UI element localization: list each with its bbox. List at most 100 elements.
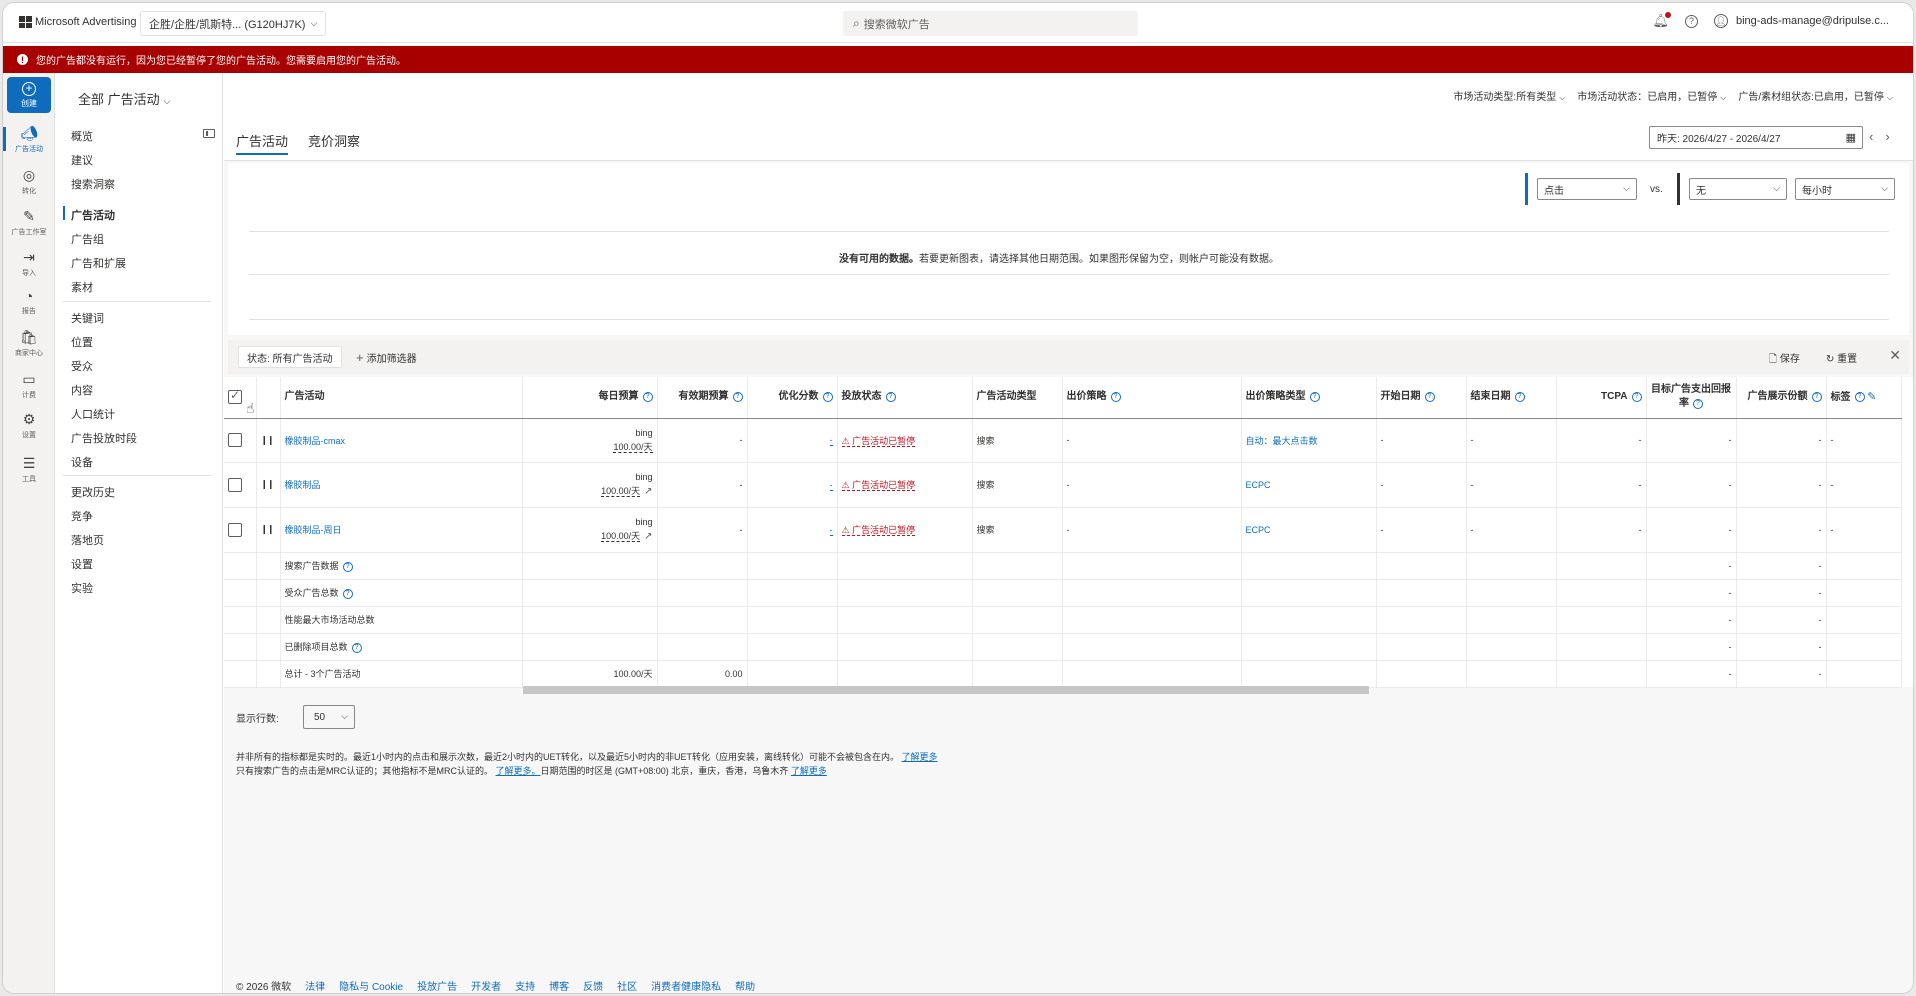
add-filter-button[interactable]: + 添加筛选器 (356, 350, 417, 365)
help-icon[interactable]: ? (1811, 391, 1822, 402)
rail-item-settings[interactable]: ⚙ 设置 (3, 411, 55, 440)
table-row[interactable]: ❙❙ 橡胶制品-cmax bing 100.00/天 - - ⚠ 广告活动已暂停 … (224, 418, 1902, 463)
row-checkbox[interactable] (228, 522, 242, 537)
budget-cell[interactable]: bing 100.00/天 (522, 418, 658, 463)
nav-item-change-history[interactable]: 更改历史 (71, 484, 115, 500)
reset-button[interactable]: ↻ 重置 (1826, 350, 1857, 365)
nav-item-ad-groups[interactable]: 广告组 (71, 231, 104, 247)
chevron-left-icon[interactable]: ‹ (1869, 129, 1885, 144)
row-checkbox-cell[interactable] (224, 507, 257, 553)
learn-more-link[interactable]: 了解更多 (902, 752, 938, 762)
help-icon[interactable]: ? (642, 391, 653, 402)
col-impression-share[interactable]: 广告展示份额? (1736, 377, 1827, 419)
help-icon[interactable]: ? (1110, 391, 1121, 402)
bid-strategy-type-link[interactable]: 自动：最大点击数 (1246, 436, 1318, 446)
account-switcher[interactable]: 企胜/企胜/凯斯特... (G120HJ7K) ⌵ (140, 11, 327, 36)
table-row[interactable]: ❙❙ 橡胶制品-周日 bing 100.00/天 ↗ - - ⚠ 广告活动已暂停 搜… (224, 507, 1902, 553)
nav-item-assets[interactable]: 素材 (71, 279, 93, 295)
nav-item-search-insights[interactable]: 搜索洞察 (71, 176, 115, 192)
bid-strategy-type-cell[interactable]: ECPC (1241, 507, 1377, 553)
bid-strategy-type-cell[interactable]: ECPC (1241, 462, 1377, 508)
campaign-name-cell[interactable]: 橡胶制品-cmax (280, 418, 523, 463)
opt-score-cell[interactable]: - (747, 418, 838, 463)
metric1-select[interactable]: 点击 ⌵ (1537, 178, 1637, 200)
budget-cell[interactable]: bing 100.00/天 ↗ (522, 507, 658, 553)
collapse-nav-icon[interactable] (203, 129, 215, 138)
pause-icon[interactable]: ❙❙ (261, 479, 275, 489)
col-optimization-score[interactable]: 优化分数? (747, 377, 838, 419)
row-status-cell[interactable]: ❙❙ (256, 507, 281, 553)
edit-pencil-icon[interactable]: ✎ (1867, 391, 1876, 403)
col-daily-budget[interactable]: 每日预算? (522, 377, 658, 419)
opt-score-value[interactable]: - (829, 479, 833, 491)
help-icon[interactable]: ? (885, 391, 896, 402)
help-icon[interactable]: ? (1309, 391, 1320, 402)
footer-link-help[interactable]: 帮助 (735, 978, 755, 993)
nav-item-landing-pages[interactable]: 落地页 (71, 532, 104, 548)
bid-strategy-type-link[interactable]: ECPC (1246, 525, 1271, 535)
nav-item-locations[interactable]: 位置 (71, 334, 93, 350)
footer-link-advertise[interactable]: 投放广告 (417, 978, 457, 993)
col-bid-strategy[interactable]: 出价策略? (1062, 377, 1242, 419)
pause-icon[interactable]: ❙❙ (261, 524, 275, 534)
tab-auction-insights[interactable]: 竞价洞察 (308, 131, 360, 150)
rail-item-campaigns[interactable]: 📣︎ 广告活动 (3, 125, 55, 154)
footer-link-support[interactable]: 支持 (515, 978, 535, 993)
delivery-status-cell[interactable]: ⚠ 广告活动已暂停 (837, 462, 973, 508)
rail-item-import[interactable]: ⇥ 导入 (3, 249, 55, 278)
notifications-icon[interactable]: 🔔︎ (1652, 12, 1671, 29)
date-range-picker[interactable]: 昨天: 2026/4/27 - 2026/4/27 ▦ (1649, 126, 1863, 149)
pause-icon[interactable]: ❙❙ (261, 435, 275, 445)
nav-item-audiences[interactable]: 受众 (71, 358, 93, 374)
campaign-name-cell[interactable]: 橡胶制品-周日 (280, 507, 523, 553)
nav-item-campaigns[interactable]: 广告活动 (71, 207, 115, 223)
campaign-type-filter[interactable]: 市场活动类型:所有类型 ⌵ (1453, 88, 1565, 103)
help-icon[interactable]: ? (351, 642, 362, 653)
footer-link-feedback[interactable]: 反馈 (583, 978, 603, 993)
rail-item-reports[interactable]: ◔ 报告 (3, 288, 55, 316)
campaign-name-cell[interactable]: 橡胶制品 (280, 462, 523, 508)
help-icon[interactable]: ? (1693, 398, 1703, 409)
table-row[interactable]: ❙❙ 橡胶制品 bing 100.00/天 ↗ - - ⚠ 广告活动已暂停 搜索 -… (224, 462, 1902, 508)
col-bid-strategy-type[interactable]: 出价策略类型? (1241, 377, 1377, 419)
col-labels[interactable]: 标签? ✎ (1826, 377, 1902, 419)
footer-link-community[interactable]: 社区 (617, 978, 637, 993)
footer-link-health-privacy[interactable]: 消费者健康隐私 (651, 978, 721, 993)
campaign-link[interactable]: 橡胶制品-周日 (285, 525, 342, 535)
help-icon[interactable]: ? (342, 561, 353, 572)
help-icon[interactable]: ? (1854, 392, 1865, 403)
rail-item-ad-studio[interactable]: ✎ 广告工作室 (3, 208, 55, 237)
learn-more-link[interactable]: 了解更多。 (496, 766, 541, 776)
opt-score-cell[interactable]: - (747, 507, 838, 553)
col-start-date[interactable]: 开始日期? (1376, 377, 1467, 419)
campaign-link[interactable]: 橡胶制品 (285, 480, 321, 490)
budget-value[interactable]: 100.00/天 (601, 486, 641, 497)
delivery-status[interactable]: ⚠ 广告活动已暂停 (841, 525, 916, 536)
row-checkbox[interactable] (228, 477, 242, 492)
search-box[interactable]: ⌕ 搜索微软广告 (843, 11, 1138, 36)
budget-trend-icon[interactable]: ↗ (644, 531, 652, 542)
interval-select[interactable]: 每小时 ⌵ (1795, 178, 1895, 200)
row-checkbox-cell[interactable] (224, 418, 257, 463)
save-button[interactable]: 🗋︎ 保存 (1769, 350, 1800, 369)
rail-item-tools[interactable]: ☰ 工具 (3, 455, 55, 484)
row-checkbox[interactable] (228, 433, 242, 447)
budget-value[interactable]: 100.00/天 (601, 531, 641, 542)
campaign-status-filter[interactable]: 市场活动状态：已启用，已暂停 ⌵ (1577, 88, 1726, 103)
nav-item-keywords[interactable]: 关键词 (71, 310, 104, 326)
nav-item-competition[interactable]: 竞争 (71, 508, 93, 524)
nav-item-settings[interactable]: 设置 (71, 556, 93, 572)
help-icon[interactable]: ? (822, 391, 833, 402)
nav-item-demographics[interactable]: 人口统计 (71, 406, 115, 422)
delivery-status[interactable]: ⚠ 广告活动已暂停 (841, 480, 916, 491)
nav-item-overview[interactable]: 概览 (71, 128, 93, 144)
col-campaign[interactable]: 广告活动 (280, 377, 523, 419)
row-checkbox-cell[interactable] (224, 462, 257, 508)
nav-item-content[interactable]: 内容 (71, 382, 93, 398)
help-icon[interactable]: ? (732, 391, 743, 402)
nav-item-experiments[interactable]: 实验 (71, 580, 93, 596)
budget-value[interactable]: 100.00/天 (613, 442, 653, 453)
rows-per-page-select[interactable]: 50 ⌵ (303, 705, 355, 729)
ad-status-filter[interactable]: 广告/素材组状态:已启用，已暂停 ⌵ (1738, 88, 1893, 103)
select-all-checkbox[interactable] (228, 388, 242, 404)
